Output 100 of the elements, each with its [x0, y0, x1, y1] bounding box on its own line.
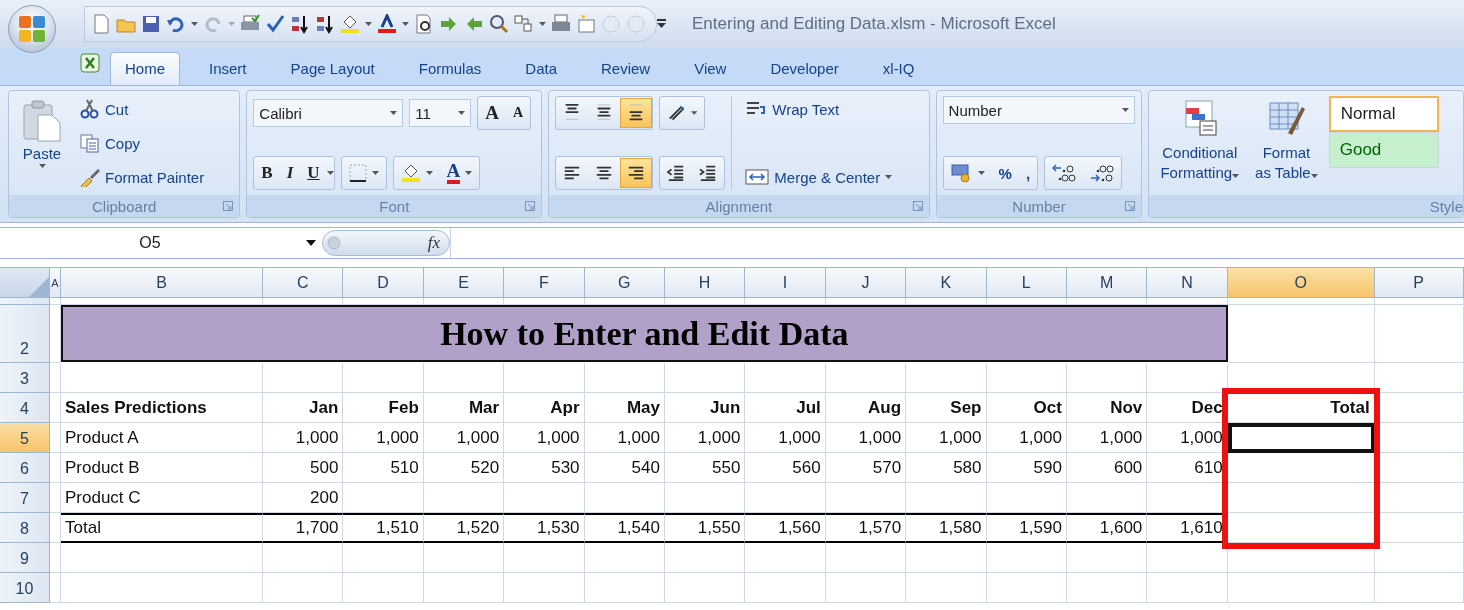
search-icon[interactable]	[489, 14, 509, 34]
caret-icon[interactable]	[365, 22, 372, 26]
column-header[interactable]: C	[263, 268, 344, 298]
empty-cell	[50, 513, 61, 543]
sort-descending-icon[interactable]	[315, 14, 335, 34]
cut-button[interactable]: Cut	[75, 96, 210, 122]
circle-icon	[327, 236, 341, 250]
table-cell: 1,000	[504, 423, 585, 453]
italic-button[interactable]: I	[279, 158, 301, 188]
table-cell: 200	[263, 483, 344, 513]
ribbon-tab[interactable]: Review	[586, 52, 666, 85]
caret-icon[interactable]	[191, 22, 198, 26]
underline-button[interactable]: U	[300, 158, 327, 188]
column-header[interactable]: F	[504, 268, 585, 298]
row-header[interactable]: 8	[0, 513, 50, 543]
table-cell: 1,000	[745, 423, 826, 453]
sort-ascending-icon[interactable]	[290, 14, 310, 34]
grow-font-button[interactable]: A	[478, 98, 507, 128]
row-header[interactable]: 6	[0, 453, 50, 483]
format-as-table-button[interactable]: Format as Table	[1250, 96, 1323, 190]
align-button[interactable]	[620, 98, 653, 128]
wrap-text-button[interactable]: Wrap Text	[740, 96, 898, 122]
row-header[interactable]: 9	[0, 543, 50, 573]
copy-button[interactable]: Copy	[75, 130, 210, 156]
caret-icon[interactable]	[326, 171, 334, 175]
column-header[interactable]: H	[664, 268, 746, 298]
column-header[interactable]: I	[745, 268, 826, 298]
group-label: Alignment	[705, 197, 773, 215]
table-cell: 1,530	[504, 513, 585, 543]
column-header[interactable]: A	[50, 268, 61, 298]
cell-style-option[interactable]: Good	[1328, 132, 1439, 168]
caret-icon	[1232, 174, 1240, 178]
table-cell: Product A	[61, 423, 263, 453]
ribbon-tab[interactable]: xl-IQ	[867, 52, 930, 85]
table-cell: Jun	[664, 393, 746, 423]
bold-button[interactable]: B	[254, 158, 280, 188]
table-cell: 1,000	[263, 423, 344, 453]
insert-function-button[interactable]: fx	[426, 232, 441, 254]
ribbon-tab[interactable]: Page Layout	[275, 52, 390, 85]
table-cell: Jan	[263, 393, 344, 423]
format-painter-button[interactable]: Format Painter	[75, 164, 210, 190]
ribbon-tab[interactable]: View	[679, 52, 742, 85]
column-header[interactable]: M	[1066, 268, 1148, 298]
row-header[interactable]: 4	[0, 393, 50, 423]
layout-icon[interactable]	[514, 14, 534, 34]
row-header[interactable]: 5	[0, 423, 50, 453]
column-header[interactable]: E	[423, 268, 505, 298]
font-name-dropdown[interactable]: Calibri	[253, 99, 404, 127]
table-cell: 1,000	[343, 423, 424, 453]
column-header[interactable]: G	[584, 268, 665, 298]
ribbon-tab[interactable]: Home	[110, 52, 180, 85]
column-header[interactable]: N	[1147, 268, 1228, 298]
column-header[interactable]: P	[1374, 268, 1464, 298]
column-header[interactable]: K	[906, 268, 987, 298]
printer-icon[interactable]	[551, 14, 571, 34]
column-header[interactable]: L	[986, 268, 1067, 298]
spell-check-icon[interactable]	[265, 14, 285, 34]
excel-icon[interactable]	[80, 53, 100, 73]
paint-bucket-icon[interactable]	[340, 14, 360, 34]
table-cell: 1,000	[423, 423, 505, 453]
column-header[interactable]: D	[343, 268, 424, 298]
group-label: Font	[379, 197, 410, 215]
caret-icon[interactable]	[539, 22, 546, 26]
caret-icon[interactable]	[402, 22, 409, 26]
right-arrow-icon[interactable]	[439, 14, 459, 34]
table-cell: 1,000	[986, 423, 1067, 453]
ribbon-tab[interactable]: Data	[510, 52, 572, 85]
name-box[interactable]: O5	[0, 234, 300, 252]
ribbon-tab[interactable]: Insert	[194, 52, 262, 85]
shrink-font-button[interactable]: A	[506, 98, 531, 128]
cell-style-option[interactable]: Normal	[1328, 96, 1439, 132]
empty-cell	[50, 573, 61, 603]
ribbon-tab[interactable]: Formulas	[403, 52, 497, 85]
font-color-icon[interactable]	[377, 14, 397, 34]
clipboard-icon	[22, 99, 62, 143]
dropdown-arrow-icon[interactable]	[306, 240, 316, 246]
column-header[interactable]: O	[1227, 268, 1375, 298]
active-cell[interactable]	[1227, 423, 1375, 453]
caret-icon	[465, 171, 473, 175]
column-header[interactable]: B	[61, 268, 263, 298]
row-header[interactable]: 3	[0, 363, 50, 393]
row-header[interactable]: 2	[0, 305, 50, 363]
table-cell: Sales Predictions	[61, 393, 263, 423]
print-preview-icon[interactable]	[414, 14, 434, 34]
number-format-dropdown[interactable]: Number	[942, 96, 1135, 124]
merge-center-button[interactable]: Merge & Center	[740, 164, 898, 190]
align-button[interactable]	[620, 158, 653, 188]
customize-caret-icon[interactable]	[657, 19, 666, 29]
ribbon-tab[interactable]: Developer	[755, 52, 854, 85]
caret-icon	[1121, 108, 1129, 112]
row-header[interactable]: 10	[0, 573, 50, 603]
font-size-dropdown[interactable]: 11	[409, 99, 472, 127]
column-header[interactable]: J	[825, 268, 907, 298]
percent-button[interactable]: %	[991, 158, 1019, 188]
row-header[interactable]: 7	[0, 483, 50, 513]
undo-icon[interactable]	[166, 14, 186, 34]
conditional-formatting-button[interactable]: Conditional Formatting	[1155, 96, 1245, 190]
save-icon[interactable]	[141, 14, 161, 34]
comma-button[interactable]: ,	[1018, 158, 1038, 188]
paste-button[interactable]: Paste	[15, 96, 69, 190]
